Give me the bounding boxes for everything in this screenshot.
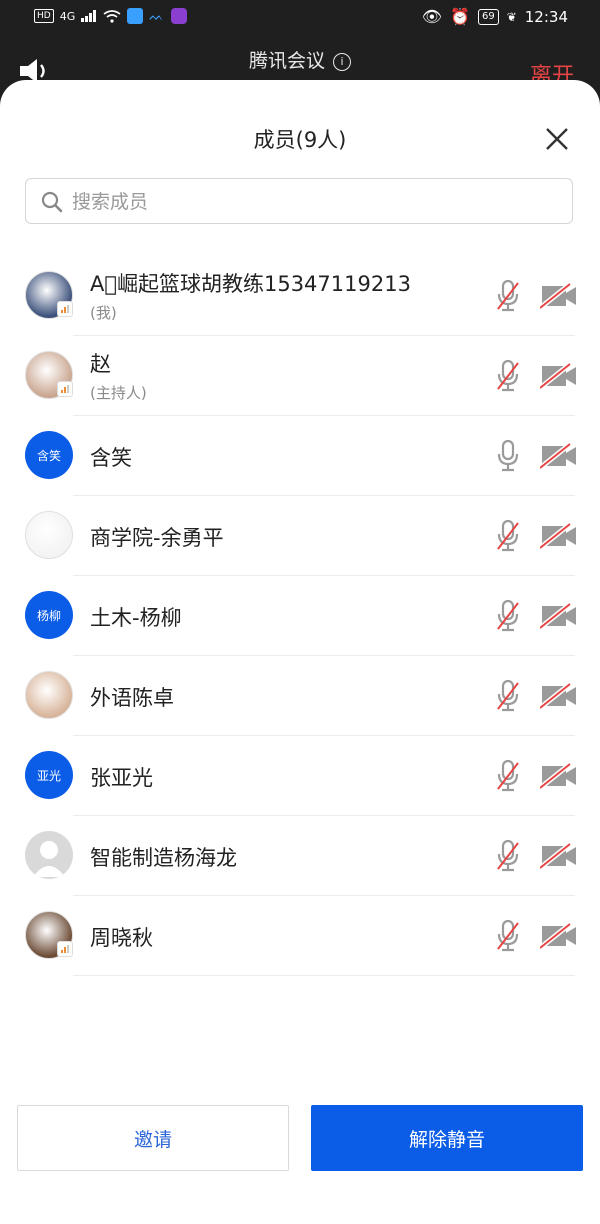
avatar [25,511,73,559]
clock-time: 12:34 [524,7,568,26]
avatar: 含笑 [25,431,73,479]
member-row[interactable]: 外语陈卓 [0,656,600,736]
search-box[interactable] [25,178,573,225]
avatar: 亚光 [25,751,73,799]
hd-indicator: HD [34,9,54,23]
wifi-icon [103,9,121,23]
member-name: 土木-杨柳 [90,606,182,630]
member-row[interactable]: 亚光 张亚光 [0,736,600,816]
mic-icon[interactable] [495,439,521,473]
meeting-title-text: 腾讯会议 [248,50,325,72]
avatar [25,671,73,719]
member-row[interactable]: 商学院-余勇平 [0,496,600,576]
close-icon[interactable] [544,126,570,152]
camera-off-icon[interactable] [540,683,578,709]
audio-level-icon [57,941,73,957]
audio-level-icon [57,301,73,317]
member-name: 智能制造杨海龙 [90,846,237,870]
member-row[interactable]: 智能制造杨海龙 [0,816,600,896]
member-name: 商学院-余勇平 [90,526,224,550]
mic-muted-icon[interactable] [495,919,521,953]
member-list: A⃞崛起篮球胡教练15347119213 (我) 赵 (主持人) 含笑 含笑商学院-余勇平… [0,256,600,976]
audio-level-icon [57,381,73,397]
member-row[interactable]: 赵 (主持人) [0,336,600,416]
unmute-all-button[interactable]: 解除静音 [311,1105,583,1171]
mic-muted-icon[interactable] [495,839,521,873]
alarm-icon: ⏰ [450,7,470,26]
leaf-icon: ❦ [506,9,517,24]
info-icon[interactable]: i [333,53,351,71]
member-name: 张亚光 [90,766,153,790]
status-right: 👁 ⏰ 69 ❦ 12:34 [422,7,568,26]
member-row[interactable]: 含笑 含笑 [0,416,600,496]
avatar: 杨柳 [25,591,73,639]
avatar [25,831,73,879]
search-icon [41,191,63,213]
camera-off-icon[interactable] [540,923,578,949]
mic-muted-icon[interactable] [495,599,521,633]
members-panel: 成员(9人) A⃞崛起篮球胡教练15347119213 (我) 赵 (主持人) 含笑含笑… [0,80,600,1224]
member-name: 赵 [90,352,111,376]
signal-icon [81,10,97,22]
member-row[interactable]: A⃞崛起篮球胡教练15347119213 (我) [0,256,600,336]
app-notification-icon [127,8,144,24]
network-type: 4G [59,9,76,23]
mic-muted-icon[interactable] [495,759,521,793]
member-name: 含笑 [90,446,132,470]
meeting-title: 腾讯会议 i [0,46,600,73]
camera-off-icon[interactable] [540,363,578,389]
camera-off-icon[interactable] [540,523,578,549]
battery-indicator: 69 [477,8,499,25]
camera-off-icon[interactable] [540,763,578,789]
search-input[interactable] [70,179,554,225]
row-divider [73,975,575,976]
camera-off-icon[interactable] [540,603,578,629]
status-bar: HD 4G ᨓ 👁 ⏰ 69 ❦ 12:34 [0,0,600,38]
member-name: 周晓秋 [90,926,153,950]
eye-icon: 👁 [421,7,443,26]
mic-muted-icon[interactable] [495,279,521,313]
camera-off-icon[interactable] [540,283,578,309]
member-name: 外语陈卓 [90,686,174,710]
panel-title: 成员(9人) [253,128,347,152]
mic-muted-icon[interactable] [495,679,521,713]
mic-muted-icon[interactable] [495,519,521,553]
invite-button[interactable]: 邀请 [17,1105,289,1171]
member-row[interactable]: 周晓秋 [0,896,600,976]
status-left: HD 4G ᨓ [34,8,188,24]
member-role: (我) [90,304,117,322]
member-role: (主持人) [90,384,147,402]
member-row[interactable]: 杨柳 土木-杨柳 [0,576,600,656]
camera-off-icon[interactable] [540,443,578,469]
camera-off-icon[interactable] [540,843,578,869]
app-notification-icon-3 [171,8,188,24]
mic-muted-icon[interactable] [495,359,521,393]
member-name: A⃞崛起篮球胡教练15347119213 [90,272,411,296]
app-notification-icon-2: ᨓ [149,9,164,23]
